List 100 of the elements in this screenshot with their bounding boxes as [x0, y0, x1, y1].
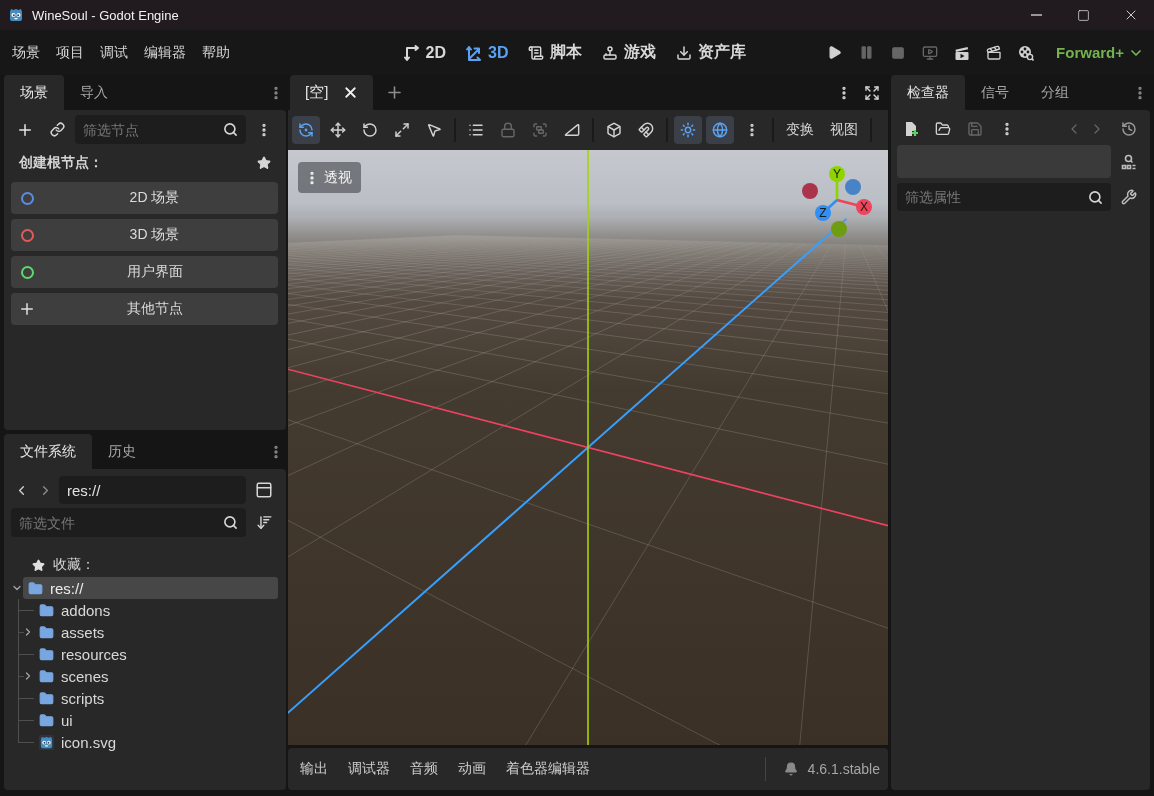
axis-handle[interactable] — [802, 183, 818, 199]
tool-button[interactable] — [292, 116, 320, 144]
tree-item[interactable]: scenes — [34, 665, 278, 687]
root-node-button[interactable]: 2D 场景 — [11, 182, 278, 214]
bottom-panel-tab[interactable]: 着色器编辑器 — [506, 756, 590, 782]
dock-tab[interactable]: 分组 — [1025, 75, 1085, 110]
axes-3d-icon — [466, 44, 482, 61]
wrench-icon — [1121, 189, 1137, 205]
bell-icon — [783, 762, 798, 776]
folder-icon — [39, 646, 54, 662]
main-screen-tab[interactable]: 3D — [456, 39, 519, 66]
group-icon — [532, 122, 548, 138]
axis-handle[interactable]: Y — [829, 166, 845, 200]
search-icon — [1088, 189, 1103, 205]
robot-logo-icon — [8, 7, 24, 23]
tree-item[interactable]: resources — [34, 643, 278, 665]
sun-icon — [680, 122, 696, 138]
diagonal-arrows-icon — [394, 122, 410, 138]
dock-tab[interactable]: 文件系统 — [4, 434, 92, 469]
clapperboard-icon — [986, 44, 1003, 61]
magnet-icon — [638, 122, 654, 138]
rotate-icon — [362, 122, 378, 138]
toolbar-menu[interactable]: 视图 — [824, 117, 864, 143]
tree-item[interactable]: scripts — [34, 687, 278, 709]
dock-tab[interactable]: 场景 — [4, 75, 64, 110]
folder-icon — [39, 602, 54, 618]
folder-open-icon — [935, 121, 951, 137]
pause-icon — [858, 45, 874, 60]
dock-tab[interactable]: 信号 — [965, 75, 1025, 110]
folder-icon — [28, 580, 43, 596]
tree-item[interactable]: res:// — [23, 577, 278, 599]
path-field[interactable]: res:// — [59, 476, 246, 504]
save-icon — [967, 121, 983, 137]
globe-icon — [712, 122, 728, 138]
triangle-ruler-icon — [564, 122, 580, 138]
menu-item[interactable]: 帮助 — [194, 39, 238, 66]
link-icon — [49, 122, 65, 137]
tree-item[interactable]: ui — [34, 709, 278, 731]
plus-icon — [18, 300, 36, 318]
tree-item[interactable]: icon.svg — [34, 731, 278, 753]
stop-icon — [891, 45, 906, 60]
toggle-button[interactable] — [674, 116, 702, 144]
dock-tab[interactable]: 历史 — [92, 434, 152, 469]
renderer-dropdown[interactable]: Forward+ — [1054, 40, 1146, 65]
bottom-panel-tab[interactable]: 音频 — [410, 756, 438, 782]
menu-item[interactable]: 项目 — [48, 39, 92, 66]
tree-item[interactable]: addons — [34, 599, 278, 621]
download-icon — [676, 44, 693, 61]
main-screen-tab[interactable]: 资产库 — [666, 38, 757, 67]
favorites-label: 收藏： — [53, 556, 95, 574]
view-menu-button[interactable]: 透视 — [298, 162, 361, 193]
expand-icon — [864, 84, 880, 101]
folder-icon — [39, 690, 54, 706]
section-heading: 创建根节点： — [19, 154, 103, 172]
bottom-panel-tab[interactable]: 动画 — [458, 756, 486, 782]
search-icon — [223, 122, 238, 137]
main-screen-tab[interactable]: 2D — [393, 39, 456, 66]
bottom-panel-tab[interactable]: 输出 — [300, 756, 328, 782]
version-label: 4.6.1.stable — [807, 761, 880, 777]
axis-handle[interactable]: X — [836, 198, 872, 215]
sort-icon — [255, 514, 273, 531]
doc-search-icon — [1121, 153, 1137, 170]
main-screen-tab[interactable]: 脚本 — [518, 38, 593, 67]
tree-item[interactable]: assets — [34, 621, 278, 643]
dock-tab[interactable]: 检查器 — [891, 75, 965, 110]
axis-handle[interactable] — [845, 179, 861, 195]
menu-item[interactable]: 场景 — [4, 39, 48, 66]
menu-item[interactable]: 调试 — [92, 39, 136, 66]
dock-tab[interactable]: 导入 — [64, 75, 124, 110]
axis-handle[interactable] — [831, 221, 847, 237]
clapper-play-icon — [954, 44, 971, 61]
circular-arrows-icon — [298, 122, 314, 138]
toggle-button[interactable] — [706, 116, 734, 144]
file-plus-icon — [903, 121, 919, 137]
play-icon — [826, 45, 842, 60]
filter-field[interactable]: 筛选节点 — [75, 115, 246, 144]
joystick-icon — [602, 44, 619, 61]
lock-icon — [500, 122, 516, 138]
move-icon — [330, 122, 346, 138]
root-node-button[interactable]: 其他节点 — [11, 293, 278, 325]
folder-icon — [39, 668, 54, 684]
film-reel-icon — [1018, 44, 1035, 61]
window-title: WineSoul - Godot Engine — [32, 7, 179, 23]
filter-field[interactable]: 筛选文件 — [11, 508, 246, 537]
scene-tab[interactable]: [空] — [290, 75, 374, 110]
main-screen-tab[interactable]: 游戏 — [592, 38, 667, 67]
star-icon — [257, 156, 271, 170]
minimize-icon — [1031, 14, 1042, 16]
menu-item[interactable]: 编辑器 — [136, 39, 194, 66]
scroll-icon — [528, 44, 545, 61]
root-node-button[interactable]: 用户界面 — [11, 256, 278, 288]
filter-field[interactable]: 筛选属性 — [897, 183, 1111, 211]
star-icon — [32, 558, 45, 572]
toolbar-menu[interactable]: 变换 — [780, 117, 820, 143]
bottom-panel-tab[interactable]: 调试器 — [348, 756, 390, 782]
robot-file-icon — [39, 734, 54, 750]
root-node-button[interactable]: 3D 场景 — [11, 219, 278, 251]
panel-icon — [255, 481, 273, 499]
history-icon — [1121, 121, 1137, 137]
folder-icon — [39, 624, 54, 640]
